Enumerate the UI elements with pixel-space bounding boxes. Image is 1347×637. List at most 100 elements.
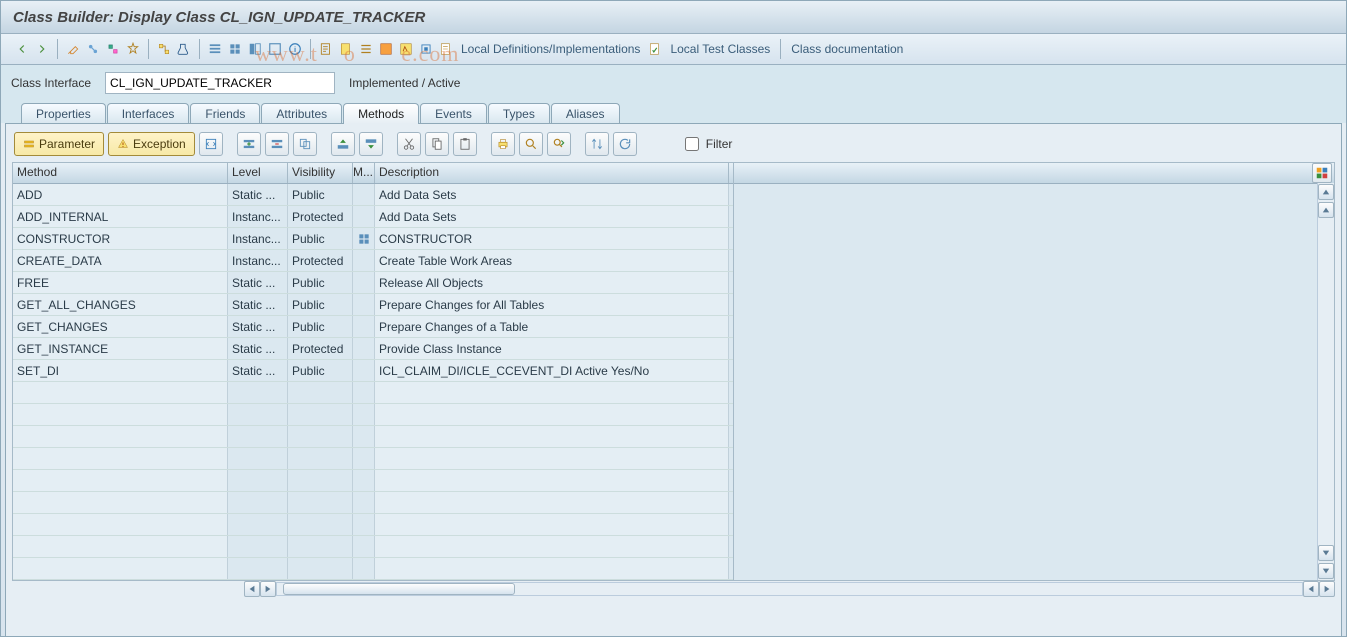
cell-level[interactable] bbox=[228, 492, 288, 513]
cell-description[interactable] bbox=[375, 514, 729, 535]
table-row[interactable] bbox=[13, 448, 733, 470]
local-test-icon[interactable] bbox=[646, 40, 664, 58]
cell-level[interactable] bbox=[228, 382, 288, 403]
cell-level[interactable]: Instanc... bbox=[228, 228, 288, 249]
paste-button[interactable] bbox=[453, 132, 477, 156]
cell-method[interactable]: FREE bbox=[13, 272, 228, 293]
cell-level[interactable]: Static ... bbox=[228, 316, 288, 337]
col-visibility[interactable]: Visibility bbox=[288, 163, 353, 183]
table-row[interactable] bbox=[13, 536, 733, 558]
find-next-button[interactable] bbox=[547, 132, 571, 156]
class-interface-field[interactable] bbox=[105, 72, 335, 94]
cell-method[interactable] bbox=[13, 404, 228, 425]
cell-level[interactable]: Static ... bbox=[228, 184, 288, 205]
where-used-icon[interactable] bbox=[155, 40, 173, 58]
cell-description[interactable]: Prepare Changes of a Table bbox=[375, 316, 729, 337]
cell-visibility[interactable] bbox=[288, 404, 353, 425]
cell-visibility[interactable]: Public bbox=[288, 360, 353, 381]
cell-description[interactable]: Prepare Changes for All Tables bbox=[375, 294, 729, 315]
find-button[interactable] bbox=[519, 132, 543, 156]
scroll-right-icon[interactable] bbox=[1319, 581, 1335, 597]
cell-method[interactable] bbox=[13, 514, 228, 535]
back-icon[interactable] bbox=[13, 40, 31, 58]
cell-level[interactable] bbox=[228, 558, 288, 579]
other-object-icon[interactable] bbox=[84, 40, 102, 58]
table-row[interactable]: GET_INSTANCEStatic ...ProtectedProvide C… bbox=[13, 338, 733, 360]
cell-method[interactable] bbox=[13, 426, 228, 447]
cell-visibility[interactable] bbox=[288, 558, 353, 579]
local-test-link[interactable]: Local Test Classes bbox=[666, 42, 774, 56]
cut-button[interactable] bbox=[397, 132, 421, 156]
scroll-up-icon[interactable] bbox=[1318, 184, 1334, 200]
table-row[interactable]: ADD_INTERNALInstanc...ProtectedAdd Data … bbox=[13, 206, 733, 228]
toggle-nav-icon[interactable] bbox=[246, 40, 264, 58]
tab-interfaces[interactable]: Interfaces bbox=[107, 103, 190, 124]
cell-level[interactable] bbox=[228, 514, 288, 535]
cell-visibility[interactable]: Protected bbox=[288, 250, 353, 271]
cell-description[interactable]: Add Data Sets bbox=[375, 184, 729, 205]
cell-visibility[interactable]: Public bbox=[288, 316, 353, 337]
syntax-icon[interactable] bbox=[397, 40, 415, 58]
cell-description[interactable] bbox=[375, 558, 729, 579]
scroll-track[interactable] bbox=[1321, 219, 1331, 544]
cell-visibility[interactable] bbox=[288, 536, 353, 557]
cell-description[interactable] bbox=[375, 404, 729, 425]
cell-description[interactable]: Release All Objects bbox=[375, 272, 729, 293]
cell-method[interactable] bbox=[13, 382, 228, 403]
cell-description[interactable]: Add Data Sets bbox=[375, 206, 729, 227]
cell-method[interactable] bbox=[13, 448, 228, 469]
tab-aliases[interactable]: Aliases bbox=[551, 103, 620, 124]
table-row[interactable]: CREATE_DATAInstanc...ProtectedCreate Tab… bbox=[13, 250, 733, 272]
scroll-down-icon[interactable] bbox=[1318, 545, 1334, 561]
scroll-up-icon[interactable] bbox=[1318, 202, 1334, 218]
table-row[interactable]: GET_ALL_CHANGESStatic ...PublicPrepare C… bbox=[13, 294, 733, 316]
cell-visibility[interactable]: Public bbox=[288, 272, 353, 293]
cell-visibility[interactable] bbox=[288, 492, 353, 513]
table-settings-icon[interactable] bbox=[1312, 163, 1332, 183]
scroll-down-icon[interactable] bbox=[1318, 563, 1334, 579]
local-def-link[interactable]: Local Definitions/Implementations bbox=[457, 42, 644, 56]
cell-description[interactable]: Provide Class Instance bbox=[375, 338, 729, 359]
cell-visibility[interactable]: Protected bbox=[288, 206, 353, 227]
h-scroll-track[interactable] bbox=[276, 582, 1303, 596]
cell-method[interactable] bbox=[13, 492, 228, 513]
cell-visibility[interactable]: Public bbox=[288, 184, 353, 205]
tab-methods[interactable]: Methods bbox=[343, 103, 419, 124]
cell-method[interactable]: GET_CHANGES bbox=[13, 316, 228, 337]
help-icon[interactable]: i bbox=[286, 40, 304, 58]
cell-level[interactable] bbox=[228, 448, 288, 469]
table-row[interactable] bbox=[13, 470, 733, 492]
cell-description[interactable]: CONSTRUCTOR bbox=[375, 228, 729, 249]
cell-level[interactable]: Static ... bbox=[228, 272, 288, 293]
table-row[interactable] bbox=[13, 382, 733, 404]
object-list-icon[interactable] bbox=[206, 40, 224, 58]
sort-button[interactable] bbox=[585, 132, 609, 156]
cell-level[interactable] bbox=[228, 404, 288, 425]
navigation-icon[interactable] bbox=[226, 40, 244, 58]
display-toggle-icon[interactable] bbox=[64, 40, 82, 58]
pattern-icon[interactable] bbox=[417, 40, 435, 58]
cell-description[interactable] bbox=[375, 536, 729, 557]
cell-description[interactable]: Create Table Work Areas bbox=[375, 250, 729, 271]
activate-icon[interactable] bbox=[124, 40, 142, 58]
col-method[interactable]: Method bbox=[13, 163, 228, 183]
cell-method[interactable] bbox=[13, 536, 228, 557]
cell-description[interactable] bbox=[375, 470, 729, 491]
cell-method[interactable]: ADD bbox=[13, 184, 228, 205]
print-button[interactable] bbox=[491, 132, 515, 156]
cell-description[interactable] bbox=[375, 448, 729, 469]
cell-level[interactable]: Static ... bbox=[228, 294, 288, 315]
cell-method[interactable]: SET_DI bbox=[13, 360, 228, 381]
cell-method[interactable]: GET_INSTANCE bbox=[13, 338, 228, 359]
cell-visibility[interactable] bbox=[288, 426, 353, 447]
cell-level[interactable]: Instanc... bbox=[228, 206, 288, 227]
tab-attributes[interactable]: Attributes bbox=[261, 103, 342, 124]
cell-visibility[interactable]: Public bbox=[288, 294, 353, 315]
source-code-button[interactable] bbox=[199, 132, 223, 156]
cell-visibility[interactable]: Protected bbox=[288, 338, 353, 359]
tab-events[interactable]: Events bbox=[420, 103, 487, 124]
cell-method[interactable]: CREATE_DATA bbox=[13, 250, 228, 271]
copy-button[interactable] bbox=[425, 132, 449, 156]
col-level[interactable]: Level bbox=[228, 163, 288, 183]
cell-description[interactable] bbox=[375, 426, 729, 447]
